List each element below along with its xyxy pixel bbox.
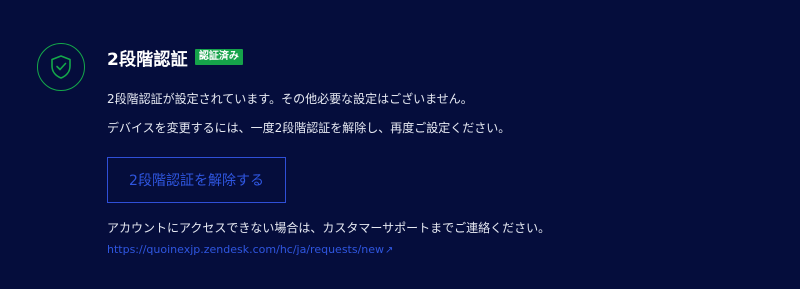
disable-2fa-button[interactable]: 2段階認証を解除する xyxy=(107,157,286,203)
title-row: 2段階認証 認証済み xyxy=(107,44,767,70)
support-link[interactable]: https://quoinexjp.zendesk.com/hc/ja/requ… xyxy=(107,243,393,258)
external-link-icon: ↗ xyxy=(385,245,394,256)
status-description: 2段階認証が設定されています。その他必要な設定はございません。 xyxy=(107,92,473,106)
support-text: アカウントにアクセスできない場合は、カスタマーサポートまでご連絡ください。 xyxy=(107,221,551,235)
two-factor-auth-panel: 2段階認証 認証済み 2段階認証が設定されています。その他必要な設定はございませ… xyxy=(0,0,800,289)
content-area: 2段階認証 認証済み 2段階認証が設定されています。その他必要な設定はございませ… xyxy=(107,44,767,258)
change-device-instructions: デバイスを変更するには、一度2段階認証を解除し、再度ご設定ください。 xyxy=(107,121,511,135)
support-link-text: https://quoinexjp.zendesk.com/hc/ja/requ… xyxy=(107,243,385,256)
shield-icon xyxy=(51,55,71,79)
shield-check-icon xyxy=(37,43,85,91)
page-title: 2段階認証 xyxy=(107,49,188,70)
status-badge: 認証済み xyxy=(194,49,243,65)
